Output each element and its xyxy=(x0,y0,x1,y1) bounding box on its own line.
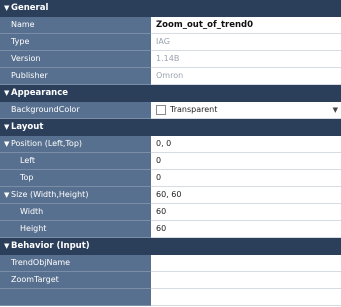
property-row-width: Width 60 xyxy=(0,204,341,221)
collapse-icon[interactable]: ▼ xyxy=(4,238,9,255)
size-field[interactable]: 60, 60 xyxy=(151,187,341,204)
width-field[interactable]: 60 xyxy=(151,204,341,221)
section-appearance[interactable]: ▼ Appearance xyxy=(0,85,341,102)
color-swatch xyxy=(156,105,166,115)
property-row-top: Top 0 xyxy=(0,170,341,187)
property-row-publisher: Publisher Omron xyxy=(0,68,341,85)
property-row-partial xyxy=(0,289,341,306)
property-label: Width xyxy=(20,207,44,216)
property-label: Version xyxy=(11,54,41,63)
zoom-target-field[interactable] xyxy=(151,272,341,289)
property-label: Size (Width,Height) xyxy=(11,190,89,199)
property-label: Publisher xyxy=(11,71,48,80)
version-value: 1.14B xyxy=(151,51,341,68)
property-label: Name xyxy=(11,20,35,29)
collapse-icon[interactable]: ▼ xyxy=(4,136,9,152)
section-title: General xyxy=(11,3,49,13)
collapse-icon[interactable]: ▼ xyxy=(4,187,9,203)
property-label: Type xyxy=(11,37,30,46)
property-row-size: ▼ Size (Width,Height) 60, 60 xyxy=(0,187,341,204)
property-row-name: Name Zoom_out_of_trend0 xyxy=(0,17,341,34)
property-row-zoom-target: ZoomTarget xyxy=(0,272,341,289)
section-behavior-input[interactable]: ▼ Behavior (Input) xyxy=(0,238,341,255)
trend-obj-name-field[interactable] xyxy=(151,255,341,272)
property-label: Top xyxy=(20,173,34,182)
property-label: TrendObjName xyxy=(11,258,71,267)
section-general[interactable]: ▼ General xyxy=(0,0,341,17)
section-title: Appearance xyxy=(11,88,69,98)
type-value: IAG xyxy=(151,34,341,51)
section-layout[interactable]: ▼ Layout xyxy=(0,119,341,136)
height-field[interactable]: 60 xyxy=(151,221,341,238)
chevron-down-icon[interactable]: ▼ xyxy=(333,102,338,118)
property-label: Position (Left,Top) xyxy=(11,139,83,148)
position-field[interactable]: 0, 0 xyxy=(151,136,341,153)
property-label: ZoomTarget xyxy=(11,275,59,284)
property-row-height: Height 60 xyxy=(0,221,341,238)
section-title: Behavior (Input) xyxy=(11,241,90,251)
top-field[interactable]: 0 xyxy=(151,170,341,187)
left-field[interactable]: 0 xyxy=(151,153,341,170)
property-label: Left xyxy=(20,156,36,165)
property-label: BackgroundColor xyxy=(11,105,80,114)
property-row-background-color: BackgroundColor Transparent ▼ xyxy=(0,102,341,119)
collapse-icon[interactable]: ▼ xyxy=(4,119,9,136)
publisher-value: Omron xyxy=(151,68,341,85)
property-row-trend-obj-name: TrendObjName xyxy=(0,255,341,272)
property-grid: ▼ General Name Zoom_out_of_trend0 Type I… xyxy=(0,0,341,307)
section-title: Layout xyxy=(11,122,44,132)
collapse-icon[interactable]: ▼ xyxy=(4,0,9,17)
collapse-icon[interactable]: ▼ xyxy=(4,85,9,102)
background-color-select[interactable]: Transparent ▼ xyxy=(151,102,341,119)
property-row-position: ▼ Position (Left,Top) 0, 0 xyxy=(0,136,341,153)
name-field[interactable]: Zoom_out_of_trend0 xyxy=(151,17,341,34)
property-row-version: Version 1.14B xyxy=(0,51,341,68)
property-row-left: Left 0 xyxy=(0,153,341,170)
property-row-type: Type IAG xyxy=(0,34,341,51)
property-label: Height xyxy=(20,224,47,233)
